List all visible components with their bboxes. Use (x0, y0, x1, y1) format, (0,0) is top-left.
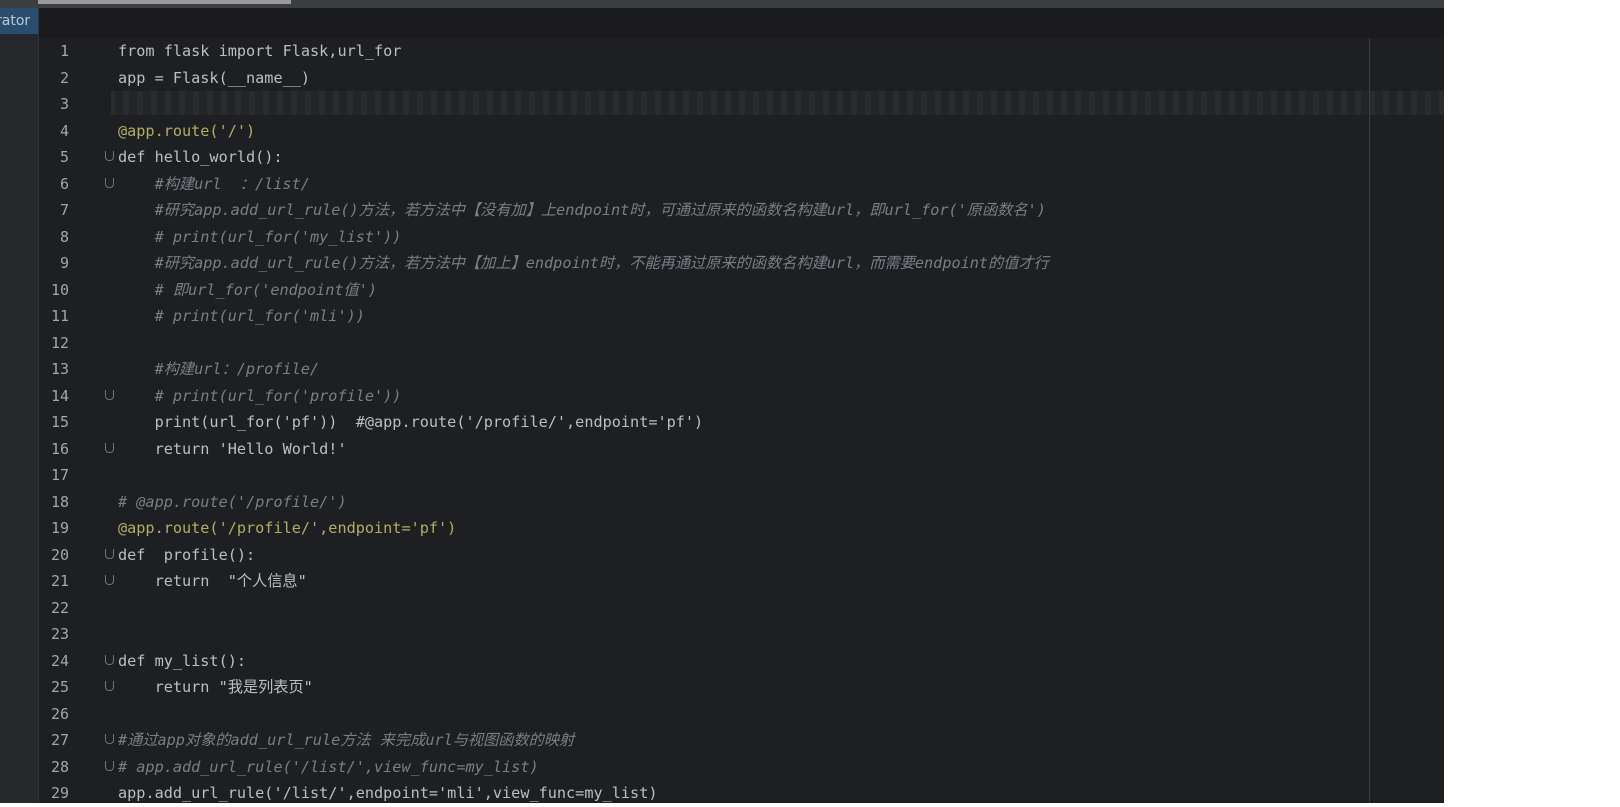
line-number: 11 (50, 307, 69, 325)
line-number: 26 (50, 704, 69, 723)
code-line[interactable]: 1 from flask import Flask,url_for (39, 38, 1444, 65)
code-editor[interactable]: 1 from flask import Flask,url_for 2 app … (39, 38, 1444, 803)
code-line[interactable]: 20 def profile(): (39, 542, 1444, 569)
code-line[interactable]: 19 @app.route('/profile/',endpoint='pf') (39, 515, 1444, 542)
code-text[interactable]: # 即url_for('endpoint值') (118, 277, 377, 304)
code-text[interactable]: # print(url_for('my_list')) (118, 224, 402, 251)
code-line[interactable]: 6 #构建url ：/list/ (39, 171, 1444, 198)
fold-marker-icon[interactable] (104, 760, 114, 773)
line-number: 16 (50, 439, 69, 458)
code-text[interactable]: # app.add_url_rule('/list/',view_func=my… (118, 754, 539, 781)
code-line[interactable]: 17 (39, 462, 1444, 489)
line-number: 24 (50, 651, 69, 670)
line-number: 3 (59, 95, 69, 113)
code-line[interactable]: 13 #构建url：/profile/ (39, 356, 1444, 383)
line-number: 13 (50, 360, 69, 378)
code-text[interactable]: def my_list(): (118, 648, 246, 675)
code-text[interactable]: return "个人信息" (118, 568, 307, 595)
code-line[interactable]: 24 def my_list(): (39, 648, 1444, 675)
code-line[interactable]: 12 (39, 330, 1444, 357)
code-text[interactable]: #通过app对象的add_url_rule方法 来完成url与视图函数的映射 (118, 727, 574, 754)
code-line[interactable]: 28 # app.add_url_rule('/list/',view_func… (39, 754, 1444, 781)
code-text[interactable]: return 'Hello World!' (118, 436, 347, 463)
editor-tab-bar[interactable] (38, 8, 1444, 39)
line-number: 28 (50, 757, 69, 776)
code-line[interactable]: 16 return 'Hello World!' (39, 436, 1444, 463)
code-line[interactable]: 7 #研究app.add_url_rule()方法，若方法中【没有加】上endp… (39, 197, 1444, 224)
line-number: 7 (59, 201, 69, 219)
code-text[interactable]: # @app.route('/profile/') (118, 489, 347, 516)
fold-marker-icon[interactable] (104, 442, 114, 455)
fold-marker-icon[interactable] (104, 548, 114, 561)
code-line[interactable]: 23 (39, 621, 1444, 648)
line-number: 4 (59, 121, 69, 140)
line-number: 8 (59, 227, 69, 246)
code-line[interactable]: 4 @app.route('/') (39, 118, 1444, 145)
line-number: 10 (50, 280, 69, 299)
code-text[interactable]: print(url_for('pf')) #@app.route('/profi… (118, 409, 704, 436)
code-line[interactable]: 8 # print(url_for('my_list')) (39, 224, 1444, 251)
active-tab-indicator (38, 0, 291, 4)
code-line[interactable]: 15 print(url_for('pf')) #@app.route('/pr… (39, 409, 1444, 436)
code-text[interactable]: return "我是列表页" (118, 674, 313, 701)
line-number: 5 (59, 148, 69, 166)
line-number: 23 (50, 625, 69, 643)
code-text[interactable]: #研究app.add_url_rule()方法，若方法中【加上】endpoint… (118, 250, 1049, 277)
fold-marker-icon[interactable] (104, 681, 114, 693)
code-line[interactable]: 25 return "我是列表页" (39, 674, 1444, 701)
code-text[interactable]: #构建url：/profile/ (118, 356, 319, 383)
code-text[interactable]: app = Flask(__name__) (118, 65, 310, 92)
fold-marker-icon[interactable] (104, 575, 114, 587)
code-line[interactable]: 3 (39, 91, 1444, 118)
code-line[interactable]: 21 return "个人信息" (39, 568, 1444, 595)
line-number: 2 (59, 68, 69, 87)
code-text[interactable]: # print(url_for('mli')) (118, 303, 365, 330)
line-number: 12 (50, 333, 69, 352)
line-number: 25 (50, 678, 69, 696)
line-number: 20 (50, 545, 69, 564)
line-number: 17 (50, 466, 69, 484)
code-line[interactable]: 22 (39, 595, 1444, 622)
fold-marker-icon[interactable] (104, 389, 114, 402)
code-text[interactable]: #构建url ：/list/ (118, 171, 310, 198)
code-line[interactable]: 26 (39, 701, 1444, 728)
fold-marker-icon[interactable] (104, 734, 114, 746)
code-text[interactable]: def profile(): (118, 542, 255, 569)
code-line[interactable]: 27 #通过app对象的add_url_rule方法 来完成url与视图函数的映… (39, 727, 1444, 754)
code-line[interactable]: 14 # print(url_for('profile')) (39, 383, 1444, 410)
code-text[interactable]: from flask import Flask,url_for (118, 38, 401, 65)
line-number: 22 (50, 598, 69, 617)
code-text[interactable]: # print(url_for('profile')) (118, 383, 402, 410)
code-text[interactable]: @app.route('/profile/',endpoint='pf') (118, 515, 456, 542)
code-text[interactable]: @app.route('/') (118, 118, 255, 145)
line-number: 14 (50, 386, 69, 405)
sidebar-tab[interactable]: rator (0, 8, 38, 34)
code-line[interactable]: 2 app = Flask(__name__) (39, 65, 1444, 92)
fold-marker-icon[interactable] (104, 177, 114, 190)
ide-window: rator 1 from flask import Flask,url_for … (0, 0, 1444, 803)
line-number: 9 (59, 254, 69, 272)
code-text[interactable]: def hello_world(): (118, 144, 283, 171)
line-number: 15 (50, 413, 69, 431)
code-line[interactable]: 5 def hello_world(): (39, 144, 1444, 171)
code-line[interactable]: 18 # @app.route('/profile/') (39, 489, 1444, 516)
code-line[interactable]: 11 # print(url_for('mli')) (39, 303, 1444, 330)
code-line[interactable]: 9 #研究app.add_url_rule()方法，若方法中【加上】endpoi… (39, 250, 1444, 277)
fold-marker-icon[interactable] (104, 151, 114, 163)
line-number: 18 (50, 492, 69, 511)
line-number: 19 (50, 519, 69, 537)
left-tool-strip (0, 8, 39, 803)
line-number: 6 (59, 174, 69, 193)
line-number: 21 (50, 572, 69, 590)
code-line[interactable]: 10 # 即url_for('endpoint值') (39, 277, 1444, 304)
line-number: 1 (59, 42, 69, 60)
line-number: 27 (50, 731, 69, 749)
fold-marker-icon[interactable] (104, 654, 114, 667)
code-text[interactable]: #研究app.add_url_rule()方法，若方法中【没有加】上endpoi… (118, 197, 1046, 224)
